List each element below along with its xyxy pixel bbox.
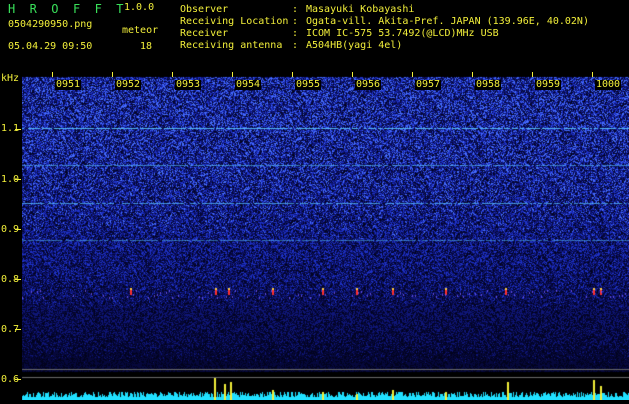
y-tick-mark (15, 229, 21, 230)
receiver-label: Receiver (180, 28, 229, 39)
minute-label-1000: 1000 (595, 79, 622, 90)
minute-label-0957: 0957 (415, 79, 442, 90)
observer-value: Masayuki Kobayashi (306, 4, 415, 15)
y-tick-label-1.0: 1.0 (1, 174, 20, 185)
antenna-label: Receiving antenna (180, 40, 283, 51)
minute-tick (472, 72, 473, 77)
minute-tick (172, 72, 173, 77)
meteor-count-value: 18 (140, 41, 153, 52)
receiver-value: ICOM IC-575 53.7492(@LCD)MHz USB (306, 28, 499, 39)
minute-label-0958: 0958 (475, 79, 502, 90)
location-sep: : (292, 16, 299, 27)
minute-tick (292, 72, 293, 77)
observer-label: Observer (180, 4, 229, 15)
spectrogram-plot (0, 72, 629, 400)
minute-tick (232, 72, 233, 77)
minute-label-0952: 0952 (115, 79, 142, 90)
app-title: H R O F F T (8, 2, 128, 16)
receiver-sep: : (292, 28, 299, 39)
minute-tick (592, 72, 593, 77)
y-tick-mark (15, 329, 21, 330)
minute-label-0955: 0955 (295, 79, 322, 90)
minute-label-0959: 0959 (535, 79, 562, 90)
y-tick-label-0.8: 0.8 (1, 274, 20, 285)
minute-tick (352, 72, 353, 77)
y-tick-mark (15, 129, 21, 130)
location-label: Receiving Location (180, 16, 289, 27)
y-tick-mark (15, 379, 21, 380)
observer-sep: : (292, 4, 299, 15)
minute-tick (412, 72, 413, 77)
antenna-sep: : (292, 40, 299, 51)
minute-tick (532, 72, 533, 77)
minute-label-0954: 0954 (235, 79, 262, 90)
minute-label-0956: 0956 (355, 79, 382, 90)
observation-datetime: 05.04.29 09:50 (8, 41, 93, 52)
image-filename: 0504290950.png (8, 19, 93, 30)
location-value: Ogata-vill. Akita-Pref. JAPAN (139.96E, … (306, 16, 589, 27)
y-tick-label-0.6: 0.6 (1, 374, 20, 385)
y-tick-mark (15, 179, 21, 180)
antenna-value: A504HB(yagi 4el) (306, 40, 403, 51)
minute-tick (112, 72, 113, 77)
meteor-count-label: meteor (122, 25, 159, 36)
y-tick-mark (15, 279, 21, 280)
minute-tick (52, 72, 53, 77)
frequency-unit-label: kHz (1, 73, 20, 84)
minute-label-0951: 0951 (55, 79, 82, 90)
app-version: 1.0.0 (124, 2, 155, 13)
spectrogram-canvas (0, 72, 629, 400)
minute-label-0953: 0953 (175, 79, 202, 90)
y-tick-label-0.9: 0.9 (1, 224, 20, 235)
frequency-axis (0, 72, 22, 400)
y-tick-label-0.7: 0.7 (1, 324, 20, 335)
header-panel: H R O F F T 1.0.0 0504290950.png meteor … (0, 0, 629, 72)
